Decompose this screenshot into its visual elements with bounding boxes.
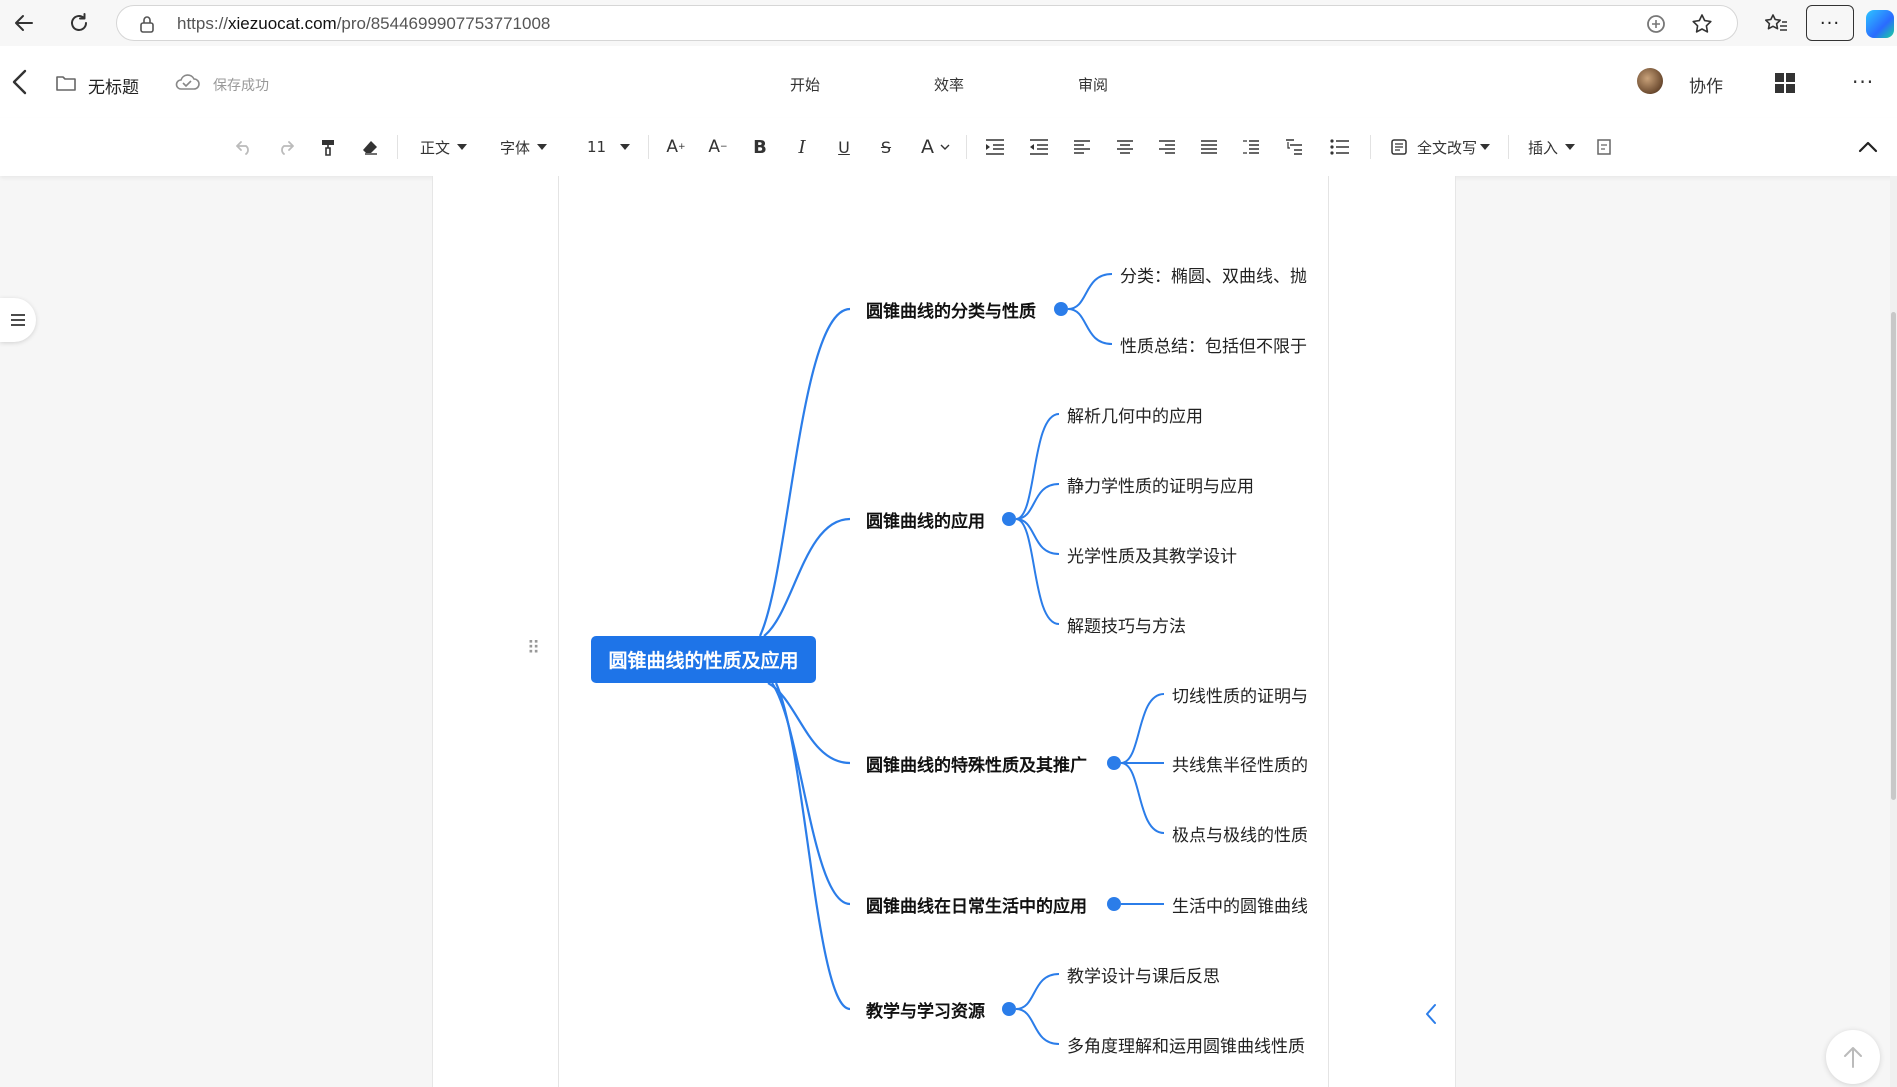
multilevel-list-icon[interactable]: [1282, 132, 1306, 162]
font-size-select[interactable]: 11: [587, 132, 631, 162]
align-right-icon[interactable]: [1155, 132, 1179, 162]
avatar[interactable]: [1637, 68, 1663, 94]
translate-icon[interactable]: [1645, 13, 1667, 39]
mindmap-root-node[interactable]: 圆锥曲线的性质及应用: [591, 636, 816, 683]
toolbar-divider: [397, 135, 398, 159]
toolbar-divider: [648, 135, 649, 159]
mindmap-branch-node[interactable]: 圆锥曲线的应用: [866, 507, 985, 532]
bullet-list-icon[interactable]: [1328, 132, 1352, 162]
toolbar-divider: [966, 135, 967, 159]
folder-icon[interactable]: [55, 73, 77, 97]
toolbar-divider: [1370, 135, 1371, 159]
collapse-toolbar-icon[interactable]: [1856, 132, 1880, 162]
underline-icon[interactable]: U: [832, 132, 856, 162]
favorites-icon[interactable]: [1760, 7, 1792, 39]
caret-down-icon: [1480, 144, 1491, 150]
cloud-saved-icon: [173, 71, 201, 97]
align-left-icon[interactable]: [1070, 132, 1094, 162]
caret-down-icon: [1565, 144, 1576, 150]
toolbar-divider: [1508, 135, 1509, 159]
eraser-icon[interactable]: [358, 132, 382, 162]
mindmap-leaf-node[interactable]: 教学设计与课后反思: [1067, 962, 1220, 987]
full-rewrite-button[interactable]: 全文改写: [1390, 132, 1491, 162]
indent-decrease-icon[interactable]: [1027, 132, 1051, 162]
doc-title[interactable]: 无标题: [88, 73, 139, 98]
caret-down-icon: [457, 144, 468, 150]
mindmap-branch-node[interactable]: 教学与学习资源: [866, 997, 985, 1022]
scrollbar-thumb[interactable]: [1891, 312, 1896, 800]
mindmap-branch-node[interactable]: 圆锥曲线的分类与性质: [866, 297, 1036, 322]
browser-more-button[interactable]: ···: [1806, 5, 1854, 41]
mindmap-leaf-node[interactable]: 生活中的圆锥曲线: [1172, 892, 1307, 917]
bold-icon[interactable]: B: [748, 132, 772, 162]
tab-efficiency[interactable]: 效率: [934, 74, 964, 95]
page-settings-icon[interactable]: [1594, 132, 1614, 162]
arrow-up-icon: [1844, 1047, 1862, 1068]
redo-icon[interactable]: [274, 132, 298, 162]
line-spacing-icon[interactable]: [1239, 132, 1263, 162]
rewrite-icon: [1391, 139, 1407, 155]
align-center-icon[interactable]: [1113, 132, 1137, 162]
format-toolbar: 正文 字体 11 A + A − B I U S A 全文改写 插入: [0, 118, 1897, 176]
mindmap-leaf-node[interactable]: 性质总结：包括但不限于: [1120, 332, 1307, 357]
collapse-panel-icon[interactable]: [1424, 1002, 1438, 1030]
italic-icon[interactable]: I: [790, 132, 814, 162]
more-options-icon[interactable]: ···: [1852, 70, 1874, 94]
align-justify-icon[interactable]: [1197, 132, 1221, 162]
outline-toggle-button[interactable]: [0, 298, 36, 342]
strikethrough-icon[interactable]: S: [874, 132, 898, 162]
lock-icon: [139, 15, 155, 37]
mindmap-leaf-node[interactable]: 解析几何中的应用: [1067, 402, 1203, 427]
browser-toolbar: https://xiezuocat.com/pro/85446999077537…: [0, 0, 1897, 47]
reload-icon[interactable]: [63, 7, 95, 39]
mindmap-canvas: 圆锥曲线的分类与性质 分类：椭圆、双曲线、抛 性质总结：包括但不限于 圆锥曲线的应用解…: [559, 176, 1307, 1087]
insert-menu[interactable]: 插入: [1528, 132, 1576, 162]
font-color-icon[interactable]: A: [916, 132, 956, 162]
back-arrow-icon[interactable]: [8, 7, 40, 39]
menu-icon: [11, 314, 25, 326]
mindmap-leaf-node[interactable]: 解题技巧与方法: [1067, 612, 1186, 637]
grid-apps-icon[interactable]: [1774, 72, 1796, 98]
mindmap-branch-node[interactable]: 圆锥曲线在日常生活中的应用: [866, 892, 1087, 917]
mindmap-leaf-node[interactable]: 静力学性质的证明与应用: [1067, 472, 1254, 497]
undo-icon[interactable]: [232, 132, 256, 162]
tab-review[interactable]: 审阅: [1078, 74, 1108, 95]
tab-start[interactable]: 开始: [790, 74, 820, 95]
caret-down-icon: [620, 144, 631, 150]
mindmap-leaf-node[interactable]: 分类：椭圆、双曲线、抛: [1120, 262, 1307, 287]
address-bar[interactable]: https://xiezuocat.com/pro/85446999077537…: [116, 5, 1738, 41]
favorite-star-icon[interactable]: [1691, 13, 1713, 39]
save-status: 保存成功: [213, 78, 269, 94]
mindmap-leaf-node[interactable]: 多角度理解和运用圆锥曲线性质: [1067, 1032, 1305, 1057]
url-text[interactable]: https://xiezuocat.com/pro/85446999077537…: [177, 14, 550, 34]
mindmap-leaf-node[interactable]: 极点与极线的性质: [1172, 821, 1307, 846]
font-family-select[interactable]: 字体: [500, 132, 548, 162]
format-painter-icon[interactable]: [316, 132, 340, 162]
back-to-top-button[interactable]: [1826, 1030, 1880, 1084]
mindmap-branch-node[interactable]: 圆锥曲线的特殊性质及其推广: [866, 751, 1087, 776]
increase-font-icon[interactable]: A +: [664, 132, 688, 162]
mindmap-leaf-node[interactable]: 切线性质的证明与: [1172, 682, 1307, 707]
mindmap-leaf-node[interactable]: 光学性质及其教学设计: [1067, 542, 1237, 567]
mindmap-leaf-node[interactable]: 共线焦半径性质的: [1172, 751, 1307, 776]
copilot-icon[interactable]: [1866, 10, 1894, 38]
collaborate-button[interactable]: 协作: [1689, 72, 1723, 97]
back-chevron-icon[interactable]: [10, 68, 30, 100]
decrease-font-icon[interactable]: A −: [706, 132, 730, 162]
paragraph-style-select[interactable]: 正文: [420, 132, 468, 162]
indent-increase-icon[interactable]: [983, 132, 1007, 162]
app-header: 无标题 保存成功 开始 效率 审阅 协作 ···: [0, 46, 1897, 119]
caret-down-icon: [537, 144, 548, 150]
drag-handle-icon[interactable]: ⠿: [527, 638, 540, 659]
